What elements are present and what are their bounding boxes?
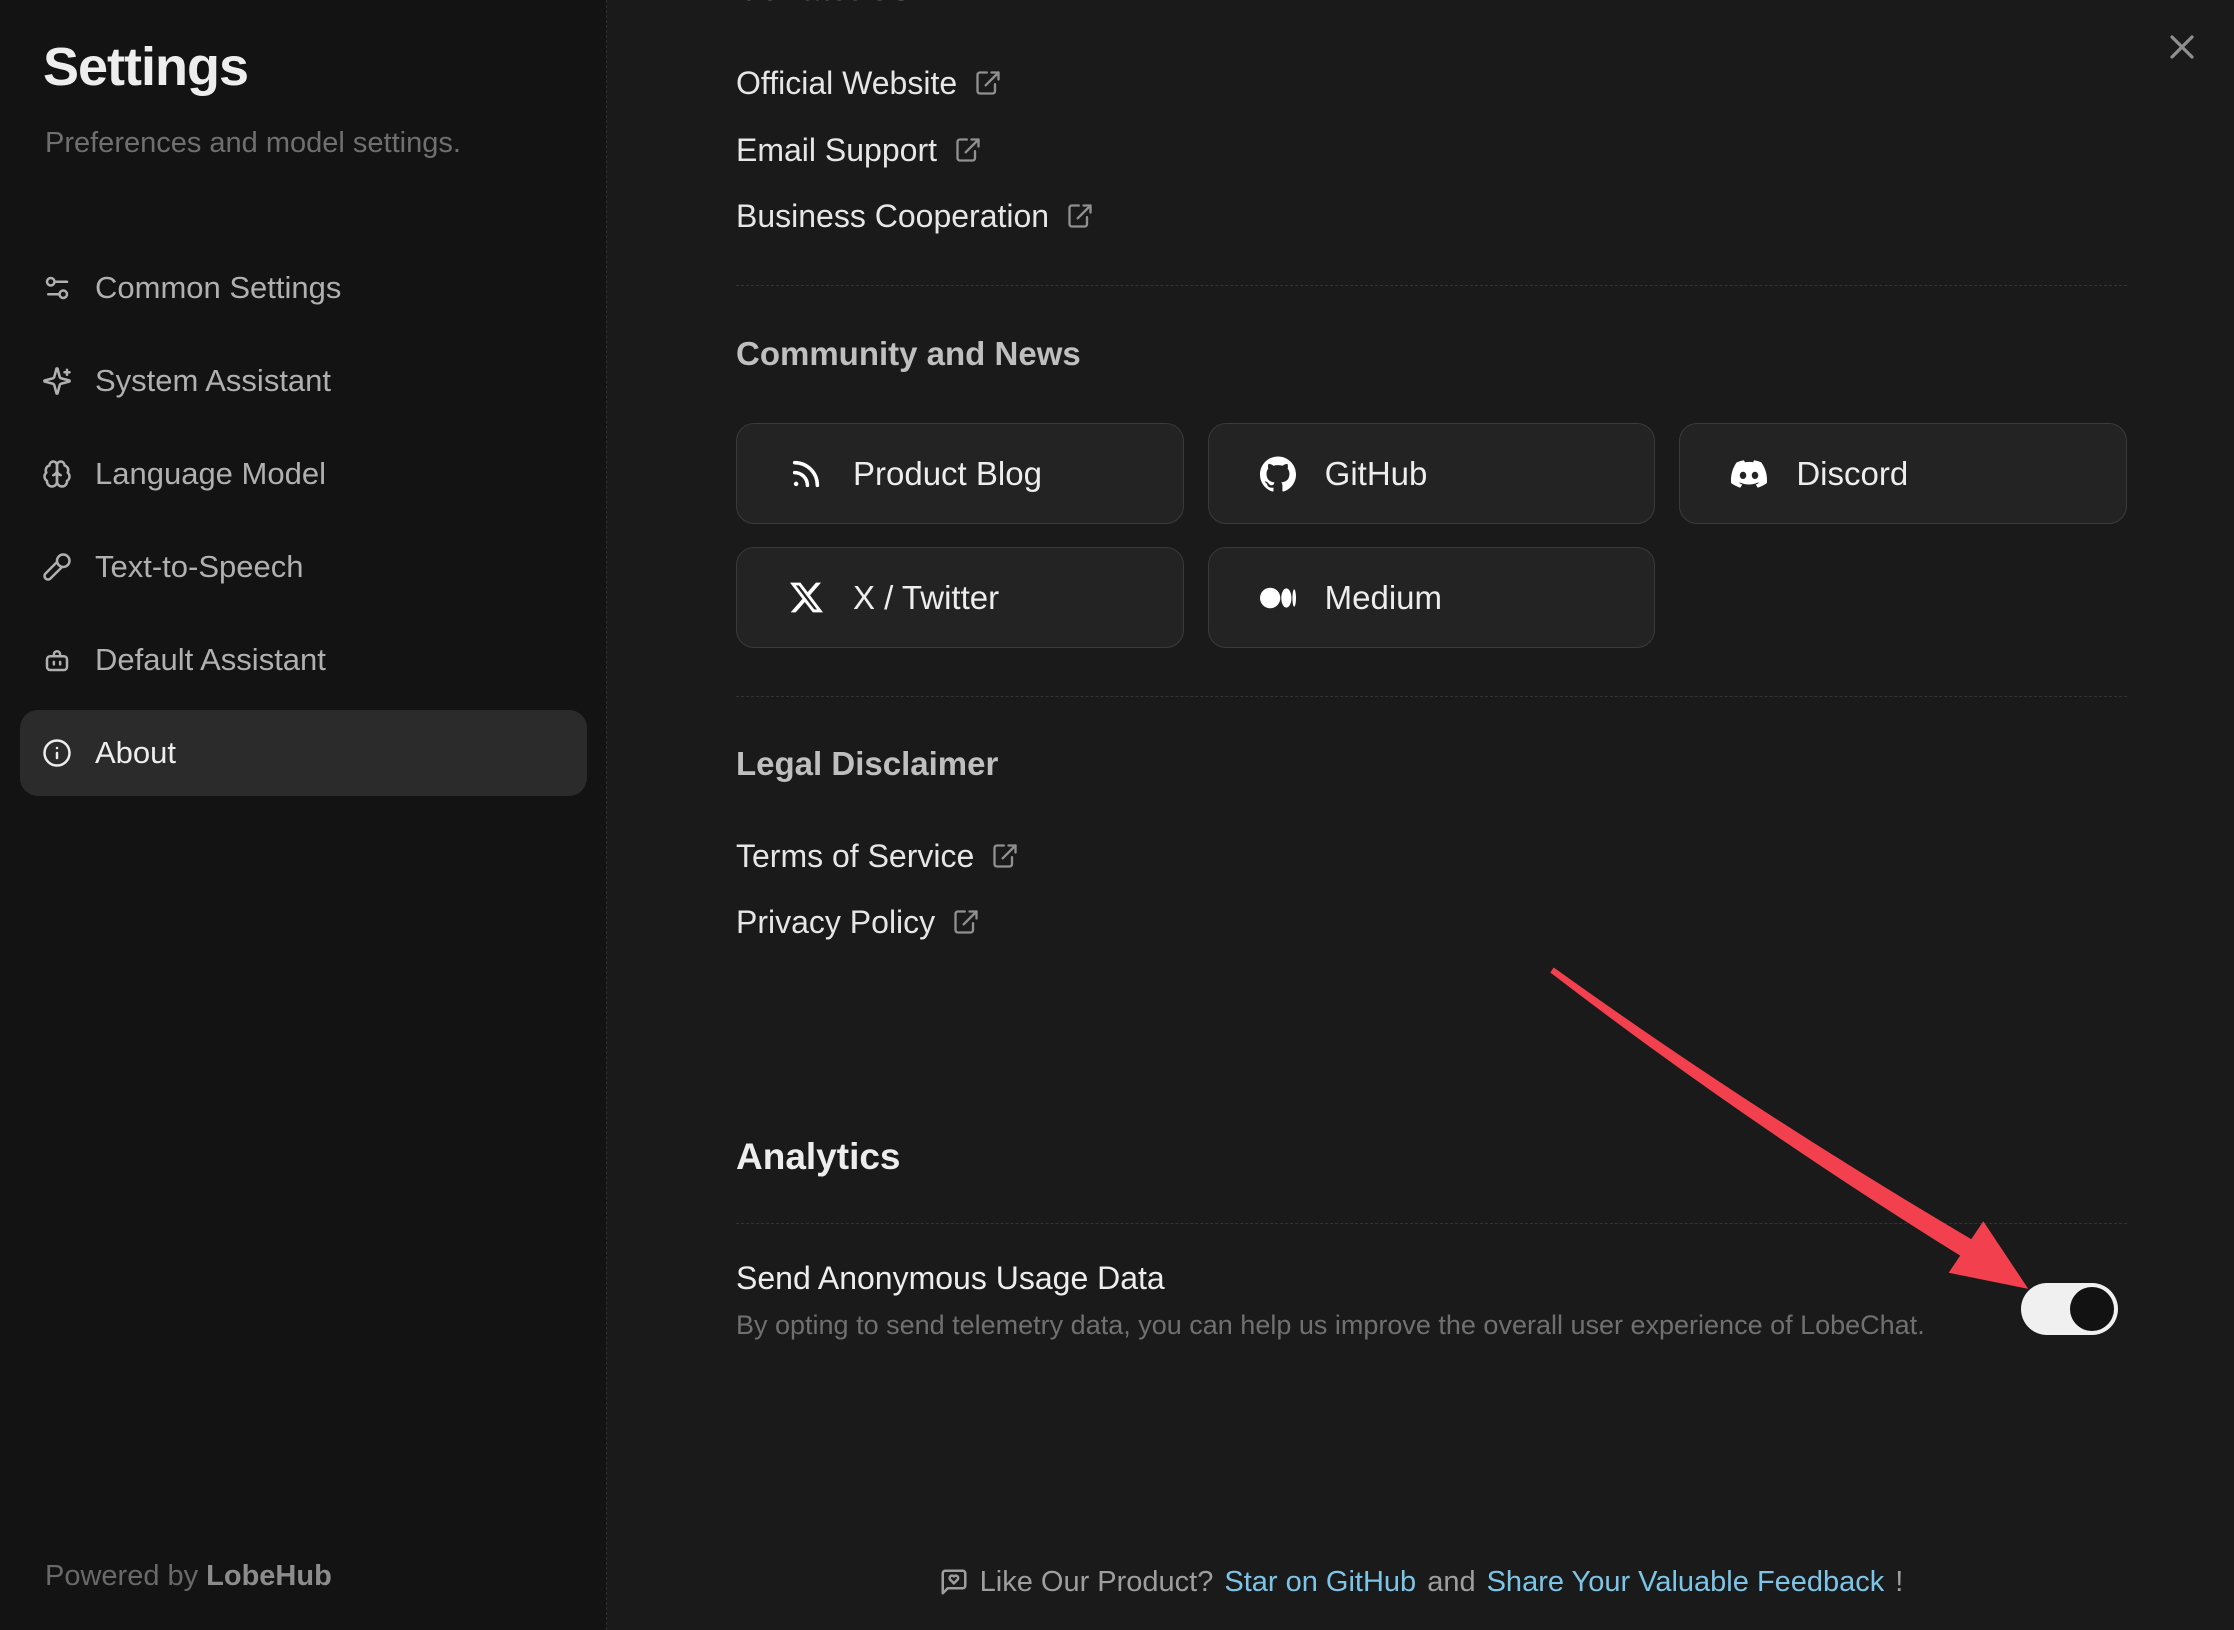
sidebar-item-about[interactable]: About — [20, 710, 587, 796]
sidebar-item-default-assistant[interactable]: Default Assistant — [20, 617, 587, 703]
community-buttons: Product Blog GitHub Discord X / Twitter — [736, 423, 2127, 648]
contact-us-title: Contact Us — [736, 0, 910, 8]
sidebar-item-label: Common Settings — [95, 270, 341, 306]
sidebar-item-label: Default Assistant — [95, 642, 326, 678]
powered-by-text: Powered by — [45, 1560, 198, 1592]
star-on-github-link[interactable]: Star on GitHub — [1224, 1566, 1416, 1599]
email-support-link[interactable]: Email Support — [736, 129, 982, 171]
brain-icon — [42, 459, 72, 489]
sliders-icon — [42, 273, 72, 303]
privacy-policy-link[interactable]: Privacy Policy — [736, 901, 980, 943]
rss-icon — [787, 455, 825, 493]
section-divider — [736, 285, 2127, 286]
sidebar-item-system-assistant[interactable]: System Assistant — [20, 338, 587, 424]
sidebar: Settings Preferences and model settings.… — [0, 0, 607, 1630]
sidebar-item-common-settings[interactable]: Common Settings — [20, 245, 587, 331]
message-square-heart-icon — [939, 1567, 969, 1597]
analytics-title: Analytics — [736, 1136, 901, 1178]
usage-data-toggle[interactable] — [2021, 1283, 2118, 1335]
feedback-footer: Like Our Product? Star on GitHub and Sha… — [608, 1560, 2234, 1604]
close-icon — [2167, 32, 2197, 62]
sidebar-item-text-to-speech[interactable]: Text-to-Speech — [20, 524, 587, 610]
sidebar-item-label: About — [95, 735, 176, 771]
page-title: Settings — [43, 36, 248, 98]
usage-data-label: Send Anonymous Usage Data — [736, 1260, 1165, 1297]
sidebar-item-language-model[interactable]: Language Model — [20, 431, 587, 517]
x-twitter-button[interactable]: X / Twitter — [736, 547, 1184, 648]
external-link-icon — [1066, 202, 1094, 230]
share-feedback-link[interactable]: Share Your Valuable Feedback — [1487, 1566, 1885, 1599]
footer-prefix: Like Our Product? — [980, 1566, 1214, 1599]
medium-button[interactable]: Medium — [1208, 547, 1656, 648]
sparkles-icon — [42, 366, 72, 396]
external-link-icon — [991, 842, 1019, 870]
footer-conjunction: and — [1427, 1566, 1475, 1599]
mic-icon — [42, 552, 72, 582]
powered-by: Powered byLobeHub — [45, 1560, 332, 1593]
medium-icon — [1259, 579, 1297, 617]
footer-suffix: ! — [1895, 1566, 1903, 1599]
page-subtitle: Preferences and model settings. — [45, 127, 461, 160]
community-title: Community and News — [736, 335, 1081, 373]
close-button[interactable] — [2154, 19, 2210, 75]
product-blog-button[interactable]: Product Blog — [736, 423, 1184, 524]
external-link-icon — [974, 69, 1002, 97]
about-panel: Contact Us Official Website Email Suppor… — [608, 0, 2234, 1630]
external-link-icon — [952, 908, 980, 936]
github-button[interactable]: GitHub — [1208, 423, 1656, 524]
discord-icon — [1730, 455, 1768, 493]
toggle-knob — [2070, 1287, 2114, 1331]
bot-icon — [42, 645, 72, 675]
sidebar-item-label: Text-to-Speech — [95, 549, 304, 585]
settings-window: Settings Preferences and model settings.… — [0, 0, 2234, 1630]
external-link-icon — [954, 136, 982, 164]
x-twitter-icon — [787, 579, 825, 617]
brand-logo[interactable]: LobeHub — [206, 1560, 332, 1592]
business-cooperation-link[interactable]: Business Cooperation — [736, 195, 1094, 237]
sidebar-nav: Common Settings System Assistant Languag… — [20, 245, 587, 803]
sidebar-item-label: Language Model — [95, 456, 326, 492]
discord-button[interactable]: Discord — [1679, 423, 2127, 524]
sidebar-item-label: System Assistant — [95, 363, 331, 399]
legal-title: Legal Disclaimer — [736, 745, 998, 783]
usage-data-description: By opting to send telemetry data, you ca… — [736, 1310, 1925, 1341]
official-website-link[interactable]: Official Website — [736, 62, 1002, 104]
terms-of-service-link[interactable]: Terms of Service — [736, 835, 1019, 877]
github-icon — [1259, 455, 1297, 493]
section-divider — [736, 1223, 2127, 1224]
info-icon — [42, 738, 72, 768]
section-divider — [736, 696, 2127, 697]
